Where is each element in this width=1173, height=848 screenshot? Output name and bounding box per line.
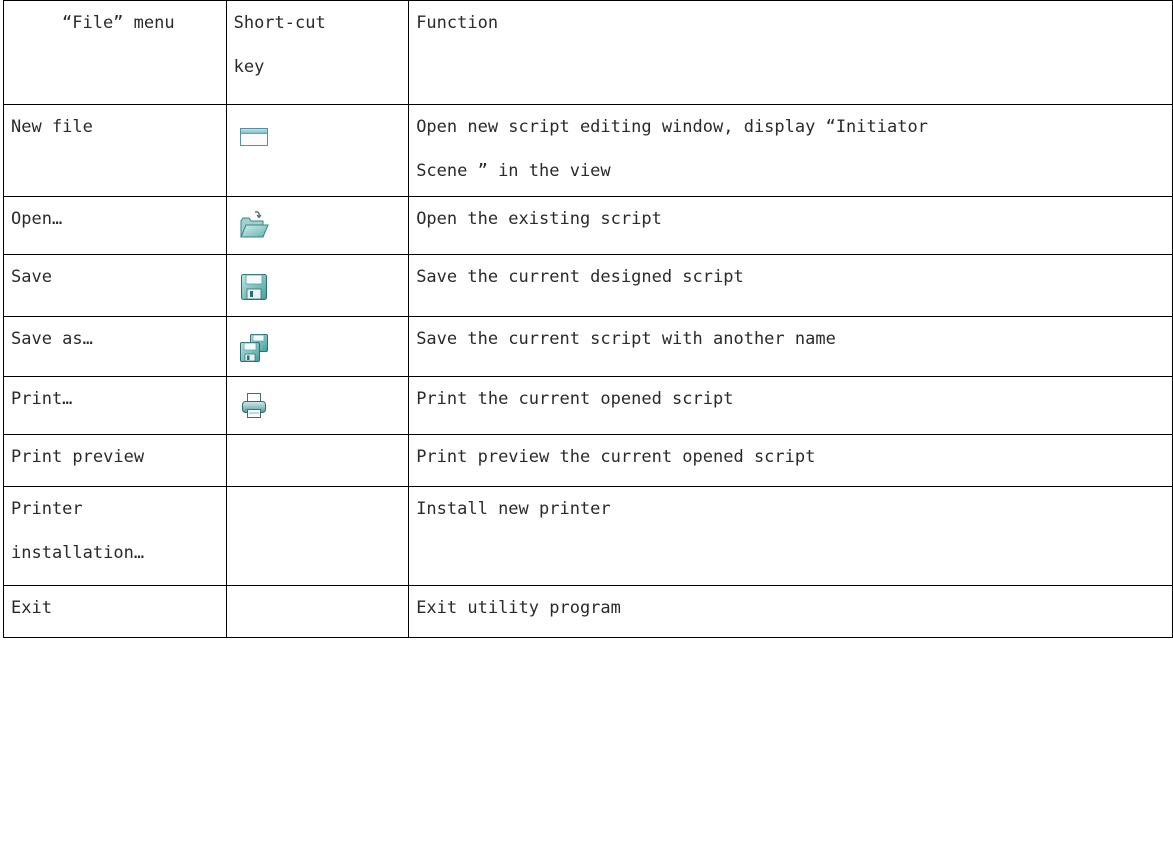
shortcut-cell — [225, 486, 410, 586]
table-row: Print preview Print preview the current … — [3, 434, 1173, 487]
shortcut-cell — [225, 434, 410, 487]
menu-item-label: Printer installation… — [3, 486, 227, 586]
table-row: Save Save the current designed script — [3, 254, 1173, 317]
floppy-disk-icon — [240, 274, 267, 300]
menu-item-label: Print preview — [3, 434, 227, 487]
table-row: Save as… Save the current script with an… — [3, 316, 1173, 377]
menu-item-label: Save — [3, 254, 227, 317]
shortcut-cell — [225, 585, 410, 638]
header-function: Function — [408, 0, 1173, 105]
table-header-row: “File” menu Short-cut key Function — [3, 0, 1173, 105]
function-description: Print the current opened script — [408, 376, 1173, 435]
shortcut-cell — [225, 104, 410, 197]
shortcut-cell — [225, 376, 410, 435]
menu-item-label: New file — [3, 104, 227, 197]
function-description: Print preview the current opened script — [408, 434, 1173, 487]
table-row: Open… Open the existing script — [3, 196, 1173, 255]
function-description: Install new printer — [408, 486, 1173, 586]
shortcut-cell — [225, 196, 410, 255]
new-window-icon — [239, 128, 268, 146]
printer-icon — [241, 393, 266, 418]
shortcut-cell — [225, 316, 410, 377]
table-row: Exit Exit utility program — [3, 585, 1173, 638]
menu-item-label: Print… — [3, 376, 227, 435]
function-description: Open the existing script — [408, 196, 1173, 255]
menu-item-label: Open… — [3, 196, 227, 255]
menu-item-label: Exit — [3, 585, 227, 638]
function-description: Exit utility program — [408, 585, 1173, 638]
open-folder-icon — [239, 211, 269, 238]
function-description: Open new script editing window, display … — [408, 104, 1173, 197]
table-row: Printer installation… Install new printer — [3, 486, 1173, 586]
save-as-icon — [239, 334, 268, 362]
function-description: Save the current script with another nam… — [408, 316, 1173, 377]
header-file-menu: “File” menu — [3, 0, 227, 105]
function-description: Save the current designed script — [408, 254, 1173, 317]
header-shortcut-key: Short-cut key — [225, 0, 410, 105]
file-menu-table: “File” menu Short-cut key Function New fi… — [3, 0, 1173, 638]
table-row: New file Open new script editing window,… — [3, 104, 1173, 197]
shortcut-cell — [225, 254, 410, 317]
table-row: Print… Print the current opened script — [3, 376, 1173, 435]
menu-item-label: Save as… — [3, 316, 227, 377]
